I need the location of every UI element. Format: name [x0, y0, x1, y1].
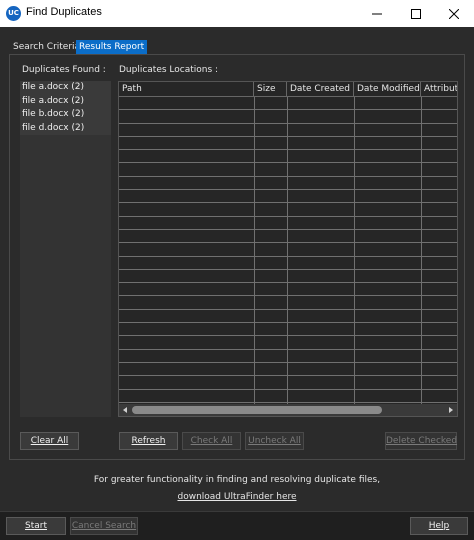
- table-row[interactable]: [119, 270, 457, 284]
- help-button[interactable]: Help: [410, 517, 468, 535]
- table-row[interactable]: [119, 177, 457, 191]
- table-row[interactable]: [119, 190, 457, 204]
- table-row[interactable]: [119, 164, 457, 177]
- start-button[interactable]: Start: [6, 517, 66, 535]
- table-row[interactable]: [119, 124, 457, 137]
- table-row[interactable]: [119, 323, 457, 337]
- table-row[interactable]: [119, 350, 457, 363]
- column-divider: [354, 97, 355, 416]
- column-header-date-created[interactable]: Date Created: [287, 82, 354, 97]
- delete-checked-button[interactable]: Delete Checked: [385, 432, 457, 450]
- grid-header: Path Size Date Created Date Modified Att…: [119, 82, 457, 97]
- title-bar: UC Find Duplicates: [0, 0, 474, 27]
- table-row[interactable]: [119, 390, 457, 403]
- check-all-button[interactable]: Check All: [182, 432, 241, 450]
- tab-search-criteria[interactable]: Search Criteria: [10, 40, 83, 54]
- column-divider: [254, 97, 255, 416]
- grid-rows: [119, 97, 457, 416]
- table-row[interactable]: [119, 257, 457, 270]
- table-row[interactable]: [119, 297, 457, 310]
- clear-all-button[interactable]: Clear All: [20, 432, 79, 450]
- list-item[interactable]: file a.docx (2): [20, 81, 111, 95]
- duplicates-locations-label: Duplicates Locations :: [119, 65, 219, 75]
- table-row[interactable]: [119, 137, 457, 151]
- minimize-button[interactable]: [357, 0, 397, 27]
- column-divider: [287, 97, 288, 416]
- refresh-button[interactable]: Refresh: [119, 432, 178, 450]
- scroll-left-icon[interactable]: [121, 406, 129, 414]
- table-row[interactable]: [119, 336, 457, 350]
- table-row[interactable]: [119, 310, 457, 324]
- app-logo-icon: UC: [6, 6, 21, 21]
- maximize-icon: [411, 8, 421, 19]
- maximize-button[interactable]: [396, 0, 436, 27]
- table-row[interactable]: [119, 230, 457, 244]
- duplicates-found-list[interactable]: file a.docx (2) file a.docx (2) file b.d…: [20, 81, 111, 417]
- table-row[interactable]: [119, 150, 457, 164]
- horizontal-scrollbar[interactable]: [119, 404, 457, 416]
- uncheck-all-button[interactable]: Uncheck All: [245, 432, 304, 450]
- table-row[interactable]: [119, 97, 457, 111]
- minimize-icon: [372, 13, 382, 14]
- table-row[interactable]: [119, 110, 457, 124]
- download-ultrafinder-link[interactable]: download UltraFinder here: [0, 492, 474, 502]
- column-divider: [421, 97, 422, 416]
- table-row[interactable]: [119, 203, 457, 217]
- table-row[interactable]: [119, 363, 457, 377]
- column-header-size[interactable]: Size: [254, 82, 287, 97]
- table-row[interactable]: [119, 243, 457, 257]
- column-header-path[interactable]: Path: [119, 82, 254, 97]
- table-row[interactable]: [119, 217, 457, 230]
- column-header-attribute[interactable]: Attribute: [421, 82, 457, 97]
- duplicates-found-label: Duplicates Found :: [22, 65, 106, 75]
- duplicates-locations-grid[interactable]: Path Size Date Created Date Modified Att…: [118, 81, 458, 417]
- scroll-right-icon[interactable]: [447, 406, 455, 414]
- table-row[interactable]: [119, 376, 457, 390]
- close-icon: [449, 8, 459, 19]
- close-button[interactable]: [434, 0, 474, 27]
- list-item[interactable]: file b.docx (2): [20, 108, 111, 122]
- list-item[interactable]: file d.docx (2): [20, 121, 111, 135]
- list-item[interactable]: file a.docx (2): [20, 94, 111, 108]
- column-header-date-modified[interactable]: Date Modified: [354, 82, 421, 97]
- tab-results-report[interactable]: Results Report: [76, 40, 148, 54]
- window-title: Find Duplicates: [26, 6, 102, 18]
- footer-message: For greater functionality in finding and…: [93, 475, 381, 485]
- table-row[interactable]: [119, 283, 457, 297]
- cancel-search-button[interactable]: Cancel Search: [70, 517, 138, 535]
- scrollbar-thumb[interactable]: [132, 406, 382, 414]
